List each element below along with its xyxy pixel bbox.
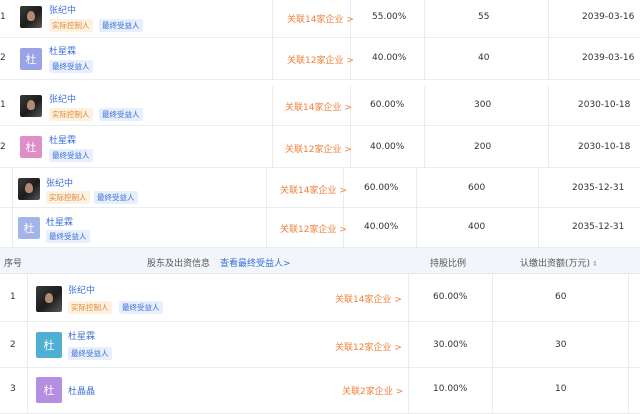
avatar[interactable] (20, 6, 42, 28)
shareholder-table-2: 1 张纪中 实际控制人 最终受益人 关联14家企业 > 60.00% 300 2… (0, 86, 640, 168)
related-companies-link[interactable]: 关联14家企业 > (285, 100, 352, 113)
subscription-date: 2039-03-16 (582, 12, 635, 22)
subscription-date: 2030-10-18 (578, 100, 631, 110)
header-ratio: 持股比例 (430, 259, 467, 269)
subscribed-amount: 10 (555, 384, 567, 394)
table-row: 1 张纪中 实际控制人 最终受益人 关联14家企业 > 60.00% 300 2… (0, 86, 640, 126)
share-ratio: 40.00% (372, 53, 407, 63)
related-companies-link[interactable]: 关联14家企业 > (335, 292, 402, 305)
share-ratio: 55.00% (372, 12, 407, 22)
avatar[interactable]: 杜 (20, 48, 42, 70)
subscription-date: 2039-03-16 (582, 53, 635, 63)
subscription-date: 2035-12-31 (572, 222, 625, 232)
tag-actual-controller: 实际控制人 (49, 19, 93, 32)
avatar[interactable]: 杜 (36, 332, 62, 358)
tag-actual-controller: 实际控制人 (46, 191, 90, 204)
table-row: 2 杜 杜星霖 最终受益人 关联12家企业 > 40.00% 200 2030-… (0, 126, 640, 168)
related-companies-link[interactable]: 关联14家企业 > (280, 183, 347, 196)
tag-beneficiary: 最终受益人 (99, 19, 143, 32)
related-companies-link[interactable]: 关联12家企业 > (335, 340, 402, 353)
tag-beneficiary: 最终受益人 (46, 230, 90, 243)
share-ratio: 60.00% (364, 183, 399, 193)
table-row: 2 杜 杜星霖 最终受益人 关联12家企业 > 30.00% 30 (0, 322, 640, 368)
table-row: 2 杜 杜星霖 最终受益人 关联12家企业 > 40.00% 40 2039-0… (0, 38, 640, 80)
table-row: 1 张纪中 实际控制人 最终受益人 关联14家企业 > 55.00% 55 20… (0, 0, 640, 38)
subscribed-amount: 30 (555, 340, 567, 350)
shareholder-name[interactable]: 杜星霖 (49, 133, 76, 146)
header-index: 序号 (4, 259, 23, 269)
share-ratio: 60.00% (433, 292, 468, 302)
share-ratio: 40.00% (364, 222, 399, 232)
table-header: 序号 股东及出资信息 查看最终受益人> 持股比例 认缴出资额(万元) ⇕ (0, 248, 640, 274)
row-index: 3 (10, 384, 16, 394)
subscribed-amount: 400 (468, 222, 486, 232)
related-companies-link[interactable]: 关联12家企业 > (280, 222, 347, 235)
table-row: 杜 杜星霖 最终受益人 关联12家企业 > 40.00% 400 2035-12… (0, 208, 640, 248)
related-companies-link[interactable]: 关联2家企业 > (342, 384, 403, 397)
shareholder-name[interactable]: 杜晶晶 (68, 384, 95, 397)
shareholder-name[interactable]: 张纪中 (49, 3, 76, 16)
related-companies-link[interactable]: 关联12家企业 > (287, 53, 354, 66)
avatar[interactable] (20, 95, 42, 117)
shareholder-table-4: 1 张纪中 实际控制人 最终受益人 关联14家企业 > 60.00% 60 2 … (0, 274, 640, 414)
table-row: 3 杜 杜晶晶 关联2家企业 > 10.00% 10 (0, 368, 640, 414)
header-shareholder: 股东及出资信息 (147, 259, 211, 269)
sort-icon[interactable]: ⇕ (592, 260, 598, 268)
subscription-date: 2035-12-31 (572, 183, 625, 193)
tag-beneficiary: 最终受益人 (49, 149, 93, 162)
tag-beneficiary: 最终受益人 (49, 60, 93, 73)
subscribed-amount: 40 (478, 53, 490, 63)
row-index: 1 (10, 292, 16, 302)
avatar[interactable] (18, 178, 40, 200)
tag-beneficiary: 最终受益人 (94, 191, 138, 204)
share-ratio: 40.00% (370, 142, 405, 152)
tag-beneficiary: 最终受益人 (99, 108, 143, 121)
shareholder-table-1: 1 张纪中 实际控制人 最终受益人 关联14家企业 > 55.00% 55 20… (0, 0, 640, 80)
row-index: 2 (10, 340, 16, 350)
related-companies-link[interactable]: 关联14家企业 > (287, 12, 354, 25)
header-amount[interactable]: 认缴出资额(万元) ⇕ (520, 256, 598, 269)
avatar[interactable]: 杜 (18, 217, 40, 239)
related-companies-link[interactable]: 关联12家企业 > (285, 142, 352, 155)
share-ratio: 10.00% (433, 384, 468, 394)
subscribed-amount: 600 (468, 183, 486, 193)
shareholder-name[interactable]: 杜星霖 (46, 215, 73, 228)
shareholder-table-3: 张纪中 实际控制人 最终受益人 关联14家企业 > 60.00% 600 203… (0, 168, 640, 248)
subscribed-amount: 55 (478, 12, 490, 22)
subscribed-amount: 300 (474, 100, 492, 110)
avatar[interactable]: 杜 (20, 136, 42, 158)
row-index: 2 (0, 53, 6, 63)
shareholder-name[interactable]: 张纪中 (49, 92, 76, 105)
view-beneficiary-link[interactable]: 查看最终受益人> (220, 256, 291, 269)
row-index: 1 (0, 12, 6, 22)
share-ratio: 30.00% (433, 340, 468, 350)
avatar[interactable]: 杜 (36, 377, 62, 403)
row-index: 2 (0, 142, 6, 152)
row-index: 1 (0, 100, 6, 110)
subscribed-amount: 60 (555, 292, 567, 302)
shareholder-name[interactable]: 张纪中 (46, 176, 73, 189)
shareholder-name[interactable]: 杜星霖 (49, 44, 76, 57)
subscription-date: 2030-10-18 (578, 142, 631, 152)
table-row: 1 张纪中 实际控制人 最终受益人 关联14家企业 > 60.00% 60 (0, 274, 640, 322)
tag-beneficiary: 最终受益人 (119, 301, 163, 314)
subscribed-amount: 200 (474, 142, 492, 152)
tag-actual-controller: 实际控制人 (68, 301, 112, 314)
shareholder-name[interactable]: 张纪中 (68, 283, 95, 296)
share-ratio: 60.00% (370, 100, 405, 110)
avatar[interactable] (36, 286, 62, 312)
shareholder-name[interactable]: 杜星霖 (68, 329, 95, 342)
tag-actual-controller: 实际控制人 (49, 108, 93, 121)
tag-beneficiary: 最终受益人 (68, 347, 112, 360)
table-row: 张纪中 实际控制人 最终受益人 关联14家企业 > 60.00% 600 203… (0, 168, 640, 208)
